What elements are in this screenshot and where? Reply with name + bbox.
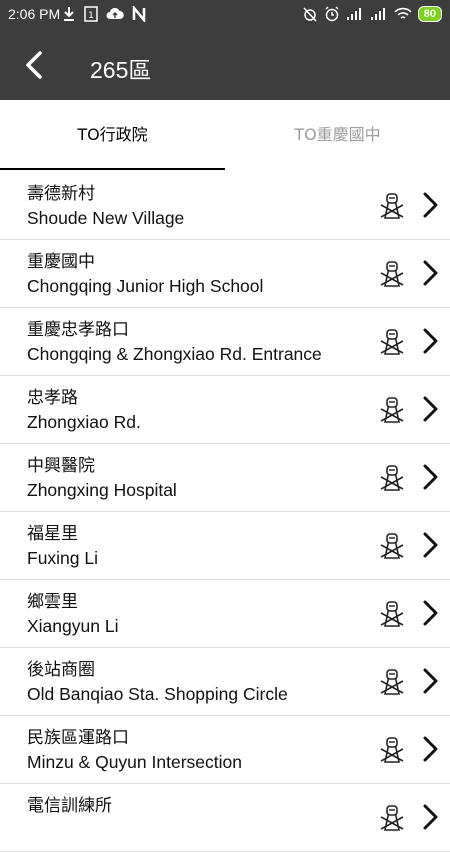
status-time: 2:06 PM	[8, 6, 61, 22]
stop-name-chinese: 重慶國中	[27, 252, 95, 272]
status-left-icons: 1	[62, 6, 146, 22]
stop-row[interactable]: 中興醫院 Zhongxing Hospital	[0, 444, 450, 512]
battery-indicator: 80	[417, 6, 442, 22]
active-tab-indicator	[0, 168, 225, 170]
sim-card-icon: 1	[84, 6, 98, 22]
stop-row[interactable]: 電信訓練所	[0, 784, 450, 852]
stop-list: 壽德新村 Shoude New Village 重慶國中 Chongqing J…	[0, 172, 450, 852]
stop-name-english: Zhongxiao Rd.	[27, 412, 141, 432]
status-right-icons: 80	[302, 6, 442, 22]
bus-stop-icon	[380, 193, 404, 219]
chevron-right-icon[interactable]	[420, 530, 442, 560]
bus-stop-icon	[380, 737, 404, 763]
chevron-right-icon[interactable]	[420, 394, 442, 424]
stop-row[interactable]: 忠孝路 Zhongxiao Rd.	[0, 376, 450, 444]
bus-stop-icon	[380, 465, 404, 491]
stop-name-english: Fuxing Li	[27, 548, 99, 568]
bus-stop-icon	[380, 261, 404, 287]
bus-stop-icon	[380, 533, 404, 559]
stop-name-chinese: 中興醫院	[27, 456, 95, 476]
wifi-icon	[394, 7, 412, 19]
chevron-right-icon[interactable]	[420, 190, 442, 220]
stop-name-english: Chongqing Junior High School	[27, 276, 264, 296]
direction-tabs: TO行政院 TO重慶國中	[0, 100, 450, 170]
stop-name-chinese: 忠孝路	[27, 388, 78, 408]
n-notification-icon	[132, 6, 146, 22]
chevron-left-icon	[26, 51, 42, 79]
alarm-off-icon	[303, 7, 317, 22]
stop-name-english: Zhongxing Hospital	[27, 480, 177, 500]
svg-text:1: 1	[88, 11, 94, 21]
stop-row[interactable]: 後站商圈 Old Banqiao Sta. Shopping Circle	[0, 648, 450, 716]
chevron-right-icon[interactable]	[420, 666, 442, 696]
status-bar: 2:06 PM 1 80	[0, 0, 450, 30]
chevron-right-icon[interactable]	[420, 326, 442, 356]
stop-row[interactable]: 福星里 Fuxing Li	[0, 512, 450, 580]
stop-row[interactable]: 壽德新村 Shoude New Village	[0, 172, 450, 240]
bus-stop-icon	[380, 397, 404, 423]
stop-row[interactable]: 重慶國中 Chongqing Junior High School	[0, 240, 450, 308]
page-title: 265區	[90, 57, 152, 83]
cloud-upload-icon	[106, 7, 124, 20]
bus-stop-icon	[380, 601, 404, 627]
app-bar: 265區	[0, 30, 450, 100]
chevron-right-icon[interactable]	[420, 258, 442, 288]
stop-name-chinese: 福星里	[27, 524, 78, 544]
alarm-clock-icon	[325, 6, 339, 22]
bus-stop-icon	[380, 669, 404, 695]
back-button[interactable]	[20, 50, 50, 80]
stop-name-chinese: 重慶忠孝路口	[27, 320, 129, 340]
stop-name-chinese: 後站商圈	[27, 660, 95, 680]
chevron-right-icon[interactable]	[420, 802, 442, 832]
download-icon	[64, 7, 74, 21]
stop-name-english: Old Banqiao Sta. Shopping Circle	[27, 684, 288, 704]
stop-name-chinese: 電信訓練所	[27, 796, 112, 816]
tab-to-chongqing-junior-high[interactable]: TO重慶國中	[225, 100, 450, 170]
stop-row[interactable]: 鄉雲里 Xiangyun Li	[0, 580, 450, 648]
signal-icon	[346, 8, 361, 20]
chevron-right-icon[interactable]	[420, 734, 442, 764]
chevron-right-icon[interactable]	[420, 598, 442, 628]
stop-name-chinese: 鄉雲里	[27, 592, 78, 612]
stop-name-english: Minzu & Quyun Intersection	[27, 752, 242, 772]
stop-name-english: Chongqing & Zhongxiao Rd. Entrance	[27, 344, 322, 364]
stop-name-english: Shoude New Village	[27, 208, 185, 228]
bus-stop-icon	[380, 329, 404, 355]
stop-row[interactable]: 重慶忠孝路口 Chongqing & Zhongxiao Rd. Entranc…	[0, 308, 450, 376]
stop-row[interactable]: 民族區運路口 Minzu & Quyun Intersection	[0, 716, 450, 784]
stop-name-english: Xiangyun Li	[27, 616, 119, 636]
tab-to-executive-yuan[interactable]: TO行政院	[0, 100, 225, 170]
stop-name-chinese: 民族區運路口	[27, 728, 129, 748]
stop-name-chinese: 壽德新村	[27, 184, 95, 204]
signal-icon	[370, 8, 385, 20]
chevron-right-icon[interactable]	[420, 462, 442, 492]
bus-stop-icon	[380, 805, 404, 831]
